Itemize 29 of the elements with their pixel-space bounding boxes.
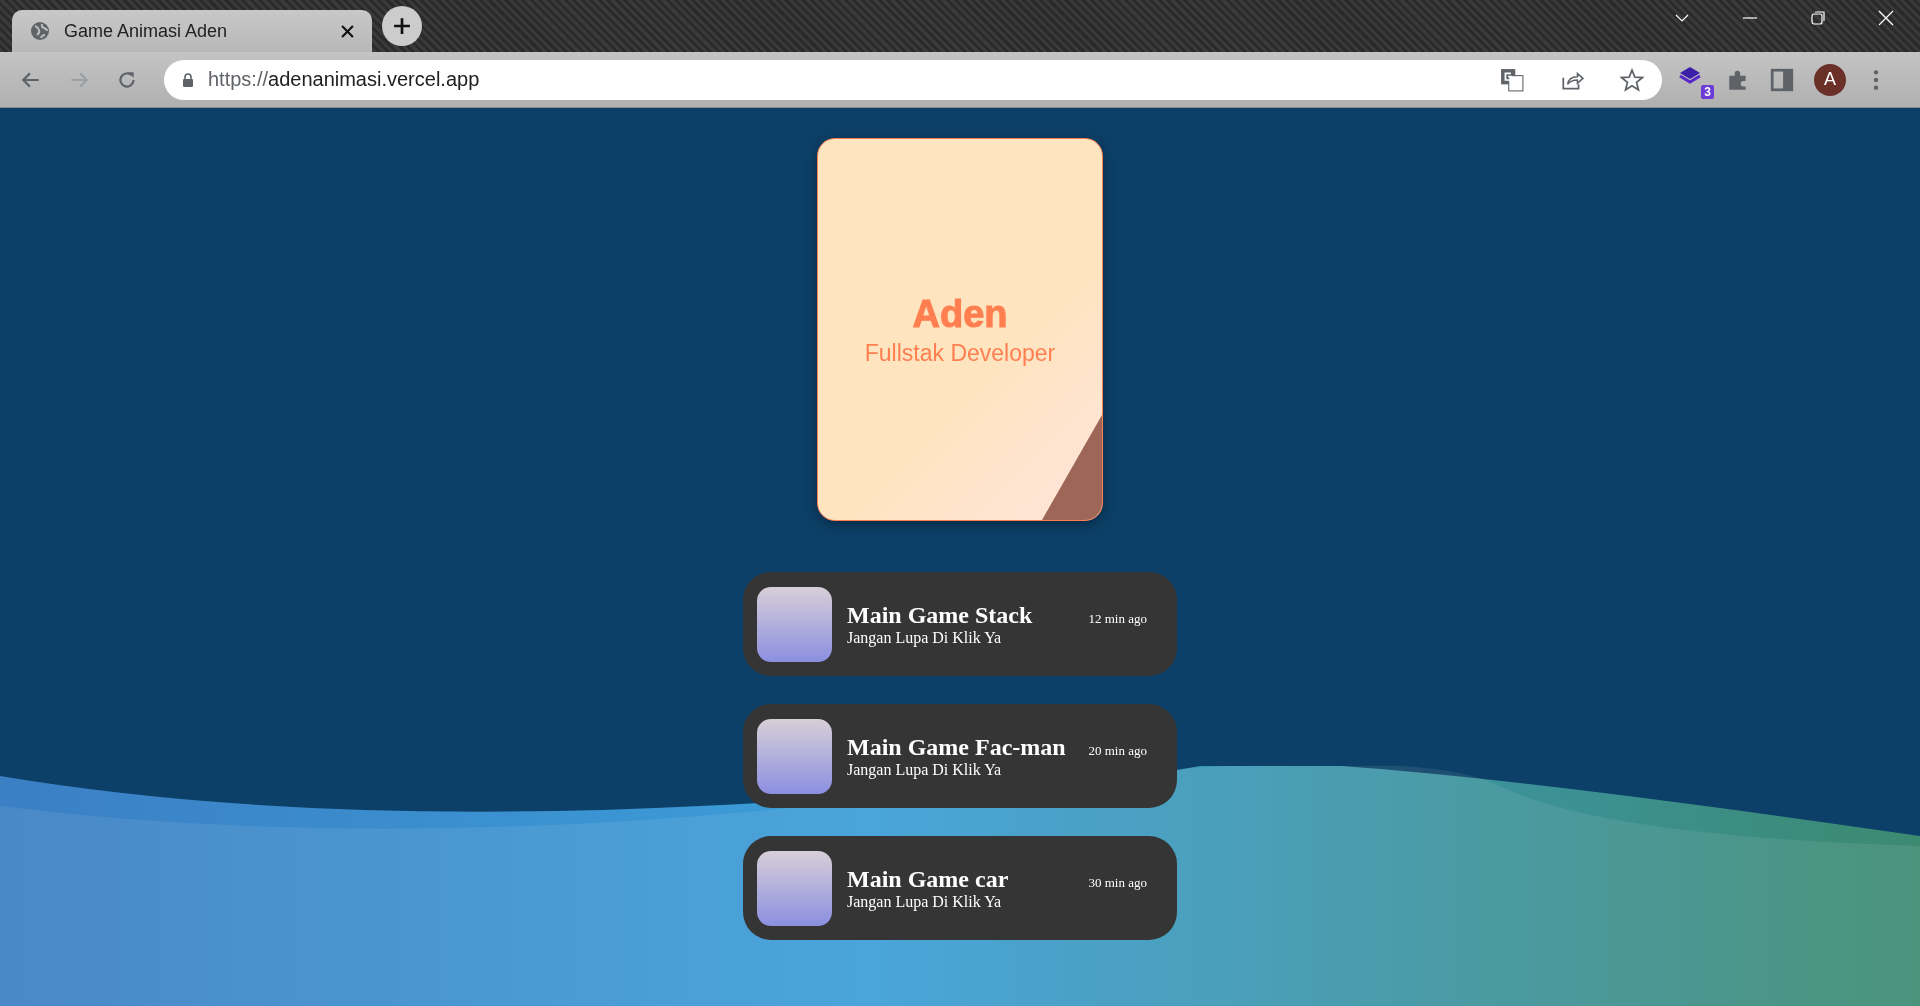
game-time: 20 min ago xyxy=(1088,742,1147,759)
game-list-item[interactable]: Main Game Stack 12 min ago Jangan Lupa Di Klik Ya xyxy=(743,572,1177,676)
extension-badge: 3 xyxy=(1701,84,1714,99)
game-title: Main Game car xyxy=(847,865,1009,893)
close-icon[interactable] xyxy=(341,24,354,38)
game-subtitle: Jangan Lupa Di Klik Ya xyxy=(847,760,1003,779)
lock-icon xyxy=(182,72,194,87)
game-title: Main Game Stack xyxy=(847,601,1033,629)
extension-button[interactable]: 3 xyxy=(1678,60,1714,99)
game-time: 30 min ago xyxy=(1088,874,1147,891)
tab-title: Game Animasi Aden xyxy=(64,20,229,42)
new-tab-button[interactable] xyxy=(382,6,422,46)
game-list-item[interactable]: Main Game car 30 min ago Jangan Lupa Di Klik Ya xyxy=(743,836,1177,940)
game-list-item[interactable]: Main Game Fac-man 20 min ago Jangan Lupa Di Klik Ya xyxy=(743,704,1177,808)
game-subtitle: Jangan Lupa Di Klik Ya xyxy=(847,628,1003,647)
profile-name: Aden xyxy=(912,292,1008,336)
profile-avatar[interactable]: A xyxy=(1814,63,1846,96)
star-icon[interactable] xyxy=(1620,67,1644,92)
profile-role: Fullstak Developer xyxy=(864,339,1056,367)
browser-tab[interactable]: Game Animasi Aden xyxy=(12,10,372,52)
restore-icon[interactable] xyxy=(1810,10,1826,26)
game-time: 12 min ago xyxy=(1088,610,1147,627)
game-subtitle: Jangan Lupa Di Klik Ya xyxy=(847,892,1003,911)
globe-icon xyxy=(30,21,50,41)
plus-icon xyxy=(393,17,411,35)
address-bar[interactable]: https://adenanimasi.vercel.app xyxy=(164,59,1662,100)
game-title: Main Game Fac-man xyxy=(847,733,1066,761)
url-text: https://adenanimasi.vercel.app xyxy=(208,68,480,91)
side-panel-icon[interactable] xyxy=(1770,67,1794,92)
